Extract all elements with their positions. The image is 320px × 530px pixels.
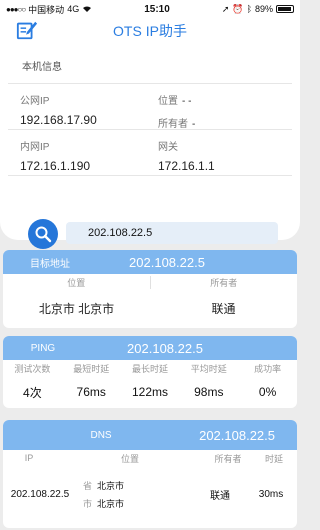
gateway-value: 172.16.1.1 [158,159,215,173]
search-button[interactable] [28,219,58,249]
dns-header-ip: IP [24,453,34,463]
dns-row-ttl: 30ms [258,488,284,500]
target-label: 目标地址 [30,258,70,270]
search-row: 202.108.22.5 [28,219,278,249]
ping-header-success: 成功率 [254,363,282,374]
target-ip: 202.108.22.5 [129,254,205,270]
public-ip-value: 192.168.17.90 [20,113,97,127]
location-arrow-icon: ➚ [221,3,230,14]
network-label: 4G [67,4,80,14]
dns-ip: 202.108.22.5 [199,427,275,443]
target-location: 北京市 北京市 [38,301,115,316]
ping-header: PING 202.108.22.5 [3,336,297,360]
ping-header-min: 最短时延 [73,363,110,374]
public-ip-cell: 公网IP 192.168.17.90 [8,84,150,130]
dns-header-owner: 所有者 [214,453,242,464]
signal-icon: ●●●○○ [6,4,26,14]
dns-province: 北京市 [97,480,125,491]
wifi-icon [83,6,92,12]
target-card: 目标地址 202.108.22.5 位置 所有者 北京市 北京市 联通 [3,250,297,328]
target-owner-header: 所有者 [149,275,298,289]
dns-header-ttl: 时延 [264,453,283,464]
app-title: OTS IP助手 [113,23,187,39]
bluetooth-icon: ᛒ [246,4,252,14]
dns-row-owner: 联通 [210,490,230,502]
dns-city-tag: 市 [83,498,93,509]
ping-ip: 202.108.22.5 [127,340,203,356]
location-owner-cell: 位置 - - 所有者 - [150,84,292,130]
ping-avg: 98ms [194,385,224,399]
ping-columns: 测试次数 最短时延 最长时延 平均时延 成功率 [3,360,297,376]
dns-city-line: 市 北京市 [83,494,195,512]
carrier-label: 中国移动 [28,4,65,15]
local-info-card: 本机信息 公网IP 192.168.17.90 位置 - - 所有者 - 内网IP … [0,44,300,249]
dns-row-location: 省 北京市 市 北京市 [77,476,195,512]
target-values: 北京市 北京市 联通 [3,290,297,326]
dns-columns: IP 位置 所有者 时延 [3,450,297,466]
target-owner: 联通 [211,301,236,316]
location-pair: 位置 - - [158,92,292,107]
public-ip-label: 公网IP [20,96,50,107]
alarm-icon: ⏰ [232,3,244,14]
dns-city: 北京市 [97,498,125,509]
status-right: ➚ ⏰ ᛒ 89% [222,4,294,15]
battery-label: 89% [254,4,273,14]
intranet-ip-label: 内网IP [20,142,50,153]
dns-province-line: 省 北京市 [83,476,195,494]
owner-value: - [192,119,196,130]
owner-label: 所有者 [158,119,188,130]
status-time: 15:10 [144,3,170,15]
target-location-header: 位置 [67,277,86,288]
edit-icon[interactable] [16,19,38,41]
dns-row-ip: 202.108.22.5 [10,488,70,500]
nav-bar: OTS IP助手 [0,18,300,44]
dns-result-row: 202.108.22.5 省 北京市 市 北京市 联通 30ms [3,466,297,522]
ping-count: 4次 [23,385,42,400]
ping-values: 4次 76ms 122ms 98ms 0% [3,376,297,408]
dns-card: DNS 202.108.22.5 IP 位置 所有者 时延 202.108.22… [3,420,297,528]
gateway-label: 网关 [158,142,178,153]
ping-label: PING [30,342,56,354]
search-input[interactable]: 202.108.22.5 [66,222,278,244]
ping-min: 76ms [76,385,106,399]
local-info-heading: 本机信息 [8,44,292,84]
ping-card: PING 202.108.22.5 测试次数 最短时延 最长时延 平均时延 成功… [3,336,297,408]
intranet-ip-value: 172.16.1.190 [20,159,91,173]
ping-success: 0% [258,385,277,399]
dns-label: DNS [90,429,112,441]
ping-header-max: 最长时延 [131,363,168,374]
gateway-cell: 网关 172.16.1.1 [150,130,292,176]
local-info-grid: 公网IP 192.168.17.90 位置 - - 所有者 - 内网IP 172.1… [8,84,292,176]
dns-header-location: 位置 [120,453,139,464]
battery-icon [276,5,294,13]
status-left: ●●●○○ 中国移动 4G [6,3,92,16]
ping-header-count: 测试次数 [14,363,51,374]
ping-header-avg: 平均时延 [190,363,227,374]
ping-max: 122ms [131,385,168,399]
location-value: - - [182,96,192,107]
intranet-ip-cell: 内网IP 172.16.1.190 [8,130,150,176]
target-header: 目标地址 202.108.22.5 [3,250,297,274]
target-columns: 位置 所有者 [3,274,297,290]
status-bar: ●●●○○ 中国移动 4G 15:10 ➚ ⏰ ᛒ 89% [0,0,300,18]
dns-province-tag: 省 [83,480,93,491]
owner-pair: 所有者 - [158,115,292,130]
search-icon [35,226,52,243]
location-label: 位置 [158,96,178,107]
dns-header: DNS 202.108.22.5 [3,420,297,450]
